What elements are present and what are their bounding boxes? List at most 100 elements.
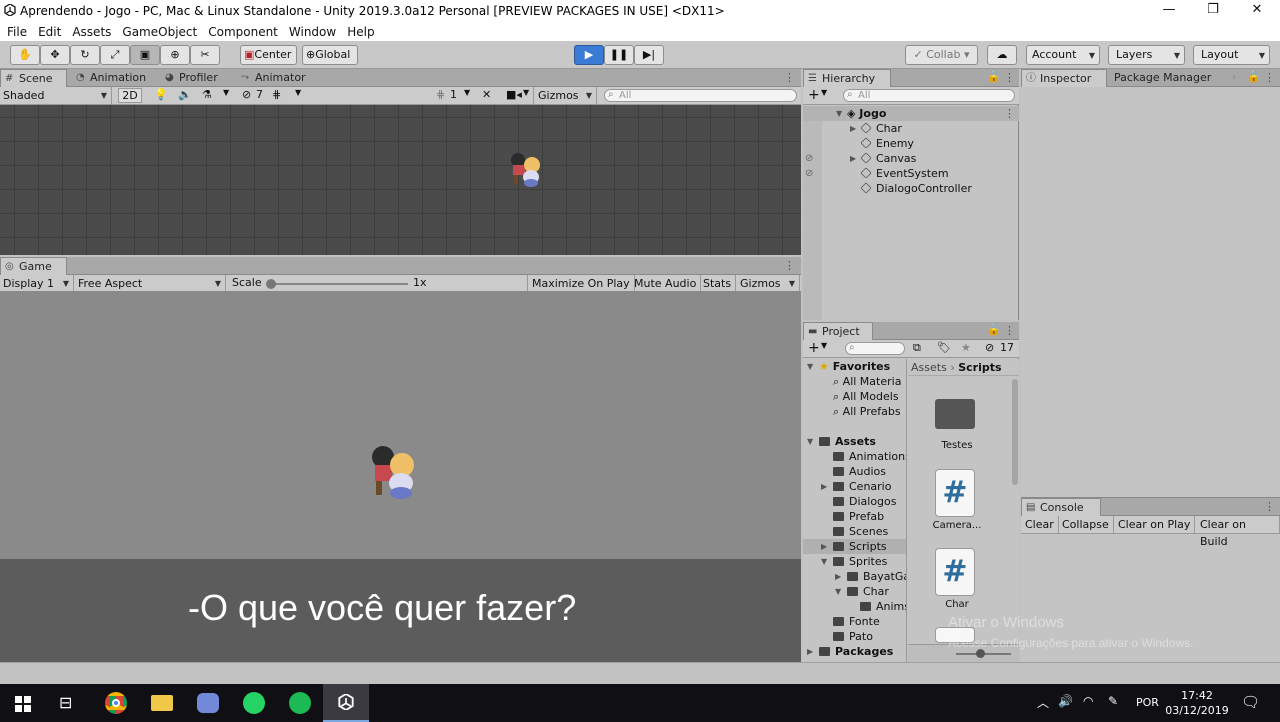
lock-icon[interactable]: 🔒 bbox=[987, 70, 1001, 83]
scrollbar-thumb[interactable] bbox=[1012, 379, 1018, 485]
pivot-center-button[interactable]: ▣Center bbox=[240, 45, 297, 65]
mute-audio-toggle[interactable]: Mute Audio bbox=[630, 275, 702, 292]
account-dropdown[interactable]: Account ▼ bbox=[1026, 45, 1100, 65]
lighting-icon[interactable]: 💡 bbox=[154, 88, 168, 101]
hierarchy-item-eventsystem[interactable]: EventSystem bbox=[860, 166, 949, 181]
camera-icon[interactable]: ■◂ bbox=[506, 88, 522, 101]
maximize-on-play-toggle[interactable]: Maximize On Play bbox=[527, 275, 635, 292]
aspect-dropdown[interactable]: Free Aspect ▼ bbox=[74, 275, 226, 292]
tab-game[interactable]: ◎ Game bbox=[0, 257, 67, 275]
folder-item[interactable]: Pato bbox=[833, 629, 873, 644]
close-button[interactable]: ✕ bbox=[1234, 0, 1280, 22]
volume-icon[interactable]: 🔊 bbox=[1058, 694, 1073, 708]
menu-component[interactable]: Component bbox=[208, 23, 278, 41]
task-view-icon[interactable]: ⊟ bbox=[59, 693, 72, 712]
menu-help[interactable]: Help bbox=[347, 23, 374, 41]
tab-animation[interactable]: ◔ Animation bbox=[72, 69, 146, 87]
chrome-icon[interactable] bbox=[105, 692, 127, 714]
notifications-icon[interactable]: 🗨 bbox=[1241, 693, 1260, 711]
windows-start-icon[interactable] bbox=[15, 696, 31, 712]
2d-toggle[interactable]: 2D bbox=[118, 88, 142, 103]
pen-icon[interactable]: ✎ bbox=[1108, 694, 1118, 708]
chevron-down-icon[interactable]: ▼ bbox=[821, 341, 827, 350]
expand-arrow-icon[interactable]: ▶ bbox=[835, 572, 841, 581]
folder-icon[interactable] bbox=[935, 399, 975, 429]
tab-package-manager[interactable]: Package Manager bbox=[1096, 69, 1216, 87]
clock[interactable]: 17:42 03/12/2019 bbox=[1162, 688, 1232, 718]
tab-project[interactable]: ▬ Project bbox=[803, 322, 873, 340]
gizmos-dropdown[interactable]: Gizmos ▼ bbox=[533, 87, 597, 104]
custom-tool-button[interactable]: ✂ bbox=[190, 45, 220, 65]
chevron-right-icon[interactable]: › bbox=[1232, 70, 1236, 83]
csharp-script-icon[interactable]: # bbox=[935, 548, 975, 596]
tab-animator[interactable]: ⤳ Animator bbox=[237, 69, 306, 87]
menu-assets[interactable]: Assets bbox=[72, 23, 111, 41]
folder-item-scripts[interactable]: Scripts bbox=[833, 539, 887, 554]
folder-item[interactable]: Anims bbox=[860, 599, 906, 614]
console-clear-button[interactable]: Clear bbox=[1021, 516, 1059, 534]
tab-console[interactable]: ▤ Console bbox=[1021, 498, 1101, 516]
assets-folder[interactable]: Assets bbox=[819, 434, 876, 449]
project-search-input[interactable] bbox=[845, 342, 905, 355]
minimize-button[interactable]: — bbox=[1146, 0, 1192, 22]
eye-hidden-icon[interactable]: ⊘ bbox=[805, 153, 813, 164]
discord-icon[interactable] bbox=[197, 693, 219, 713]
add-icon[interactable]: + bbox=[808, 87, 820, 103]
tab-hierarchy[interactable]: ☰ Hierarchy bbox=[803, 69, 891, 87]
scale-slider-handle[interactable] bbox=[266, 279, 276, 289]
scene-view[interactable] bbox=[0, 105, 801, 255]
menu-gameobject[interactable]: GameObject bbox=[122, 23, 197, 41]
hierarchy-search-input[interactable]: All bbox=[843, 89, 1015, 102]
folder-item[interactable]: Animations bbox=[833, 449, 906, 464]
expand-arrow-icon[interactable]: ▼ bbox=[807, 362, 813, 371]
chevron-down-icon[interactable]: ▼ bbox=[821, 88, 827, 97]
spotify-icon[interactable] bbox=[289, 692, 311, 714]
expand-arrow-icon[interactable]: ▼ bbox=[807, 437, 813, 446]
pivot-global-button[interactable]: ⊕Global bbox=[302, 45, 358, 65]
folder-item[interactable]: Fonte bbox=[833, 614, 880, 629]
panel-menu-icon[interactable]: ⋮ bbox=[1004, 71, 1015, 84]
cloud-button[interactable]: ☁ bbox=[987, 45, 1017, 65]
panel-menu-icon[interactable]: ⋮ bbox=[784, 71, 795, 84]
hierarchy-item-enemy[interactable]: Enemy bbox=[860, 136, 914, 151]
folder-item[interactable]: Audios bbox=[833, 464, 886, 479]
expand-arrow-icon[interactable]: ▼ bbox=[821, 557, 827, 566]
expand-arrow-icon[interactable]: ▶ bbox=[821, 542, 827, 551]
expand-arrow-icon[interactable]: ▶ bbox=[850, 154, 856, 163]
chevron-up-icon[interactable]: ︿ bbox=[1037, 694, 1049, 711]
expand-arrow-icon[interactable]: ▼ bbox=[835, 587, 841, 596]
restore-button[interactable]: ❐ bbox=[1190, 0, 1236, 22]
panel-menu-icon[interactable]: ⋮ bbox=[1264, 500, 1275, 513]
tools-icon[interactable]: ✕ bbox=[482, 88, 491, 101]
whatsapp-icon[interactable] bbox=[243, 692, 265, 714]
panel-menu-icon[interactable]: ⋮ bbox=[784, 259, 795, 272]
tab-scene[interactable]: # Scene bbox=[0, 69, 67, 87]
zoom-slider-handle[interactable] bbox=[976, 649, 985, 658]
lock-icon[interactable]: 🔒 bbox=[987, 323, 1001, 336]
play-button[interactable]: ▶ bbox=[574, 45, 604, 65]
console-clear-on-build-button[interactable]: Clear on Build bbox=[1196, 516, 1280, 548]
tab-inspector[interactable]: ⓘ Inspector bbox=[1021, 69, 1107, 87]
folder-item[interactable]: Prefab bbox=[833, 509, 884, 524]
folder-item[interactable]: BayatGa bbox=[847, 569, 906, 584]
pause-button[interactable]: ❚❚ bbox=[604, 45, 634, 65]
hand-tool-button[interactable]: ✋ bbox=[10, 45, 40, 65]
scale-tool-button[interactable]: ⤢ bbox=[100, 45, 130, 65]
hierarchy-item-canvas[interactable]: Canvas bbox=[860, 151, 916, 166]
rotate-tool-button[interactable]: ↻ bbox=[70, 45, 100, 65]
wifi-icon[interactable]: ◠ bbox=[1083, 694, 1093, 708]
chevron-down-icon[interactable]: ▼ bbox=[464, 88, 470, 97]
rect-tool-button[interactable]: ▣ bbox=[130, 45, 160, 65]
eye-icon[interactable]: ⊘ bbox=[805, 168, 813, 179]
favorite-item[interactable]: ⌕ All Models bbox=[833, 389, 899, 404]
filter-label-icon[interactable]: 🏷 bbox=[937, 341, 951, 354]
taskbar-unity-active[interactable] bbox=[323, 684, 369, 722]
scene-menu-icon[interactable]: ⋮ bbox=[1004, 107, 1015, 120]
chevron-down-icon[interactable]: ▼ bbox=[223, 88, 229, 97]
game-view[interactable] bbox=[0, 291, 801, 559]
scale-slider[interactable] bbox=[270, 283, 408, 285]
filter-type-icon[interactable]: ⧉ bbox=[913, 341, 921, 355]
expand-arrow-icon[interactable]: ▶ bbox=[850, 124, 856, 133]
console-collapse-button[interactable]: Collapse bbox=[1058, 516, 1114, 534]
grid-snap-icon[interactable]: ⋕ bbox=[272, 88, 281, 101]
